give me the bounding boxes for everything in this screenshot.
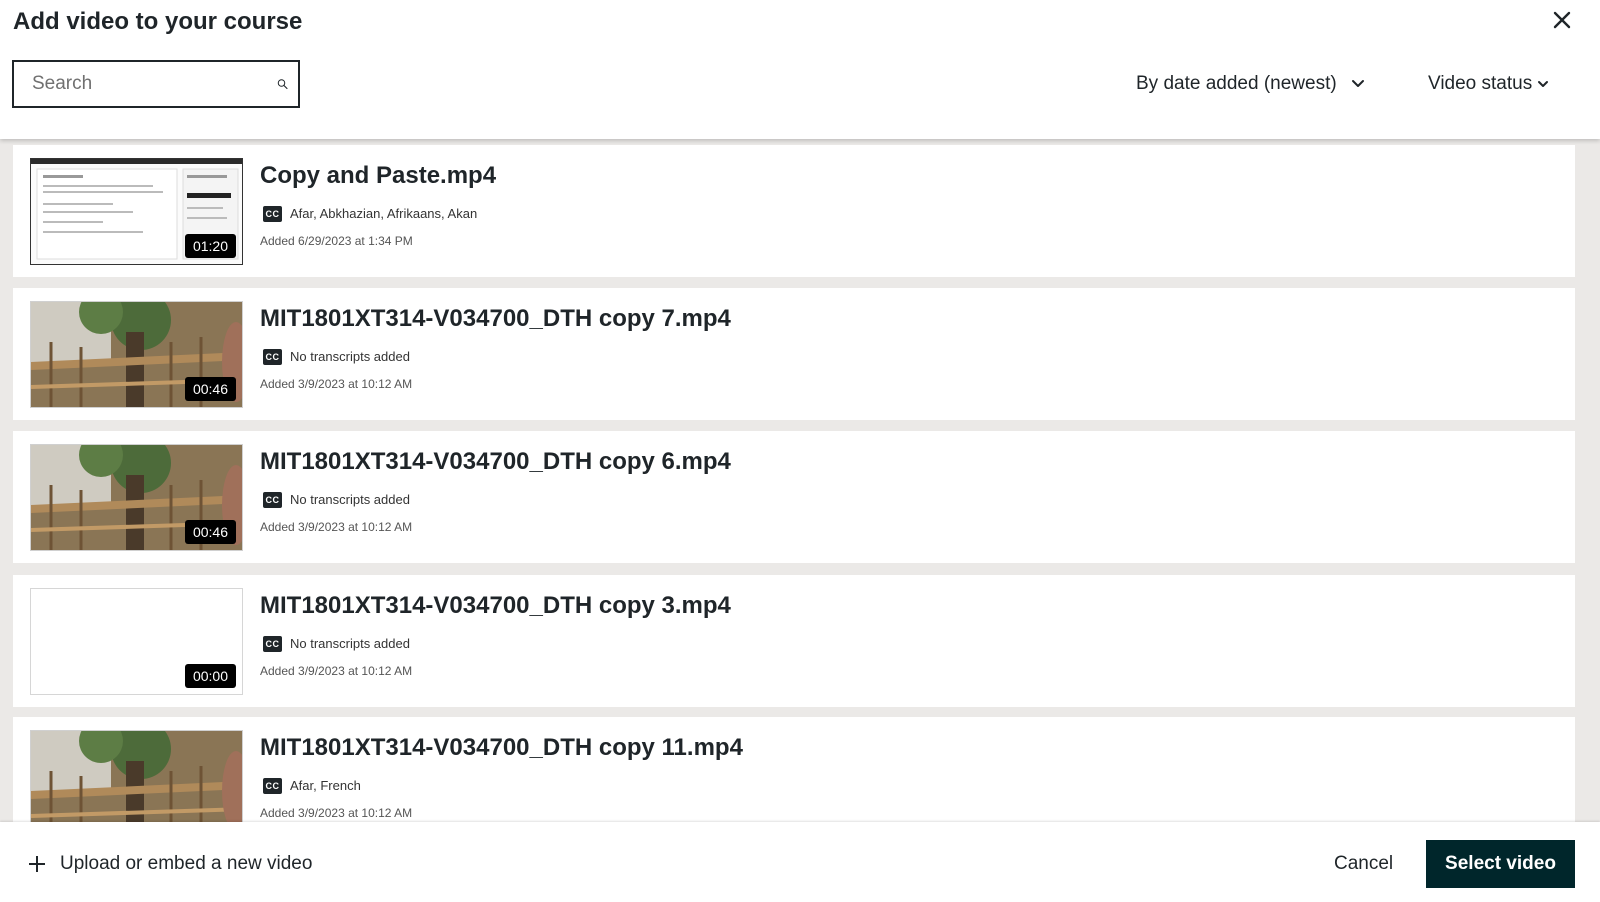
video-status-dropdown[interactable]: Video status bbox=[1428, 68, 1550, 100]
video-list[interactable]: 01:20 Copy and Paste.mp4 CC Afar, Abkhaz… bbox=[0, 139, 1600, 822]
select-video-button[interactable]: Select video bbox=[1426, 840, 1575, 888]
transcript-languages: No transcripts added bbox=[290, 492, 410, 507]
video-name[interactable]: MIT1801XT314-V034700_DTH copy 7.mp4 bbox=[260, 305, 731, 333]
search-icon[interactable] bbox=[277, 73, 288, 95]
video-card[interactable]: 00:46 MIT1801XT314-V034700_DTH copy 7.mp… bbox=[13, 288, 1575, 420]
video-thumbnail[interactable]: 01:20 bbox=[30, 158, 243, 265]
duration-badge: 00:46 bbox=[184, 377, 236, 401]
video-card[interactable]: 01:20 Copy and Paste.mp4 CC Afar, Abkhaz… bbox=[13, 145, 1575, 277]
added-date: Added 3/9/2023 at 10:12 AM bbox=[260, 377, 413, 391]
added-date: Added 6/29/2023 at 1:34 PM bbox=[260, 234, 413, 248]
close-icon bbox=[1553, 11, 1571, 29]
chevron-down-icon bbox=[1351, 80, 1364, 87]
video-card[interactable]: 00:46 MIT1801XT314-V034700_DTH copy 6.mp… bbox=[13, 431, 1575, 563]
added-date: Added 3/9/2023 at 10:12 AM bbox=[260, 664, 413, 678]
transcript-languages: No transcripts added bbox=[290, 636, 410, 651]
video-thumbnail[interactable]: 00:00 bbox=[30, 588, 243, 695]
closed-captions-icon: CC bbox=[263, 349, 282, 365]
transcript-languages: Afar, Abkhazian, Afrikaans, Akan bbox=[290, 206, 478, 221]
upload-video-label: Upload or embed a new video bbox=[60, 853, 313, 874]
closed-captions-icon: CC bbox=[263, 492, 282, 508]
transcript-languages: No transcripts added bbox=[290, 349, 410, 364]
duration-badge: 00:46 bbox=[184, 520, 236, 544]
duration-badge: 01:20 bbox=[184, 234, 236, 258]
dialog-header: Add video to your course By date added (… bbox=[0, 0, 1600, 139]
search-input[interactable] bbox=[32, 73, 277, 95]
video-thumbnail[interactable]: 00:46 bbox=[30, 301, 243, 408]
chevron-down-icon bbox=[1538, 81, 1549, 87]
upload-video-button[interactable]: Upload or embed a new video bbox=[28, 850, 312, 878]
search-box bbox=[12, 60, 300, 108]
closed-captions-icon: CC bbox=[263, 778, 282, 794]
added-date: Added 3/9/2023 at 10:12 AM bbox=[260, 806, 413, 820]
video-name[interactable]: MIT1801XT314-V034700_DTH copy 6.mp4 bbox=[260, 448, 731, 476]
added-date: Added 3/9/2023 at 10:12 AM bbox=[260, 520, 413, 534]
cancel-button[interactable]: Cancel bbox=[1334, 850, 1393, 878]
sort-label: By date added (newest) bbox=[1136, 73, 1337, 94]
video-thumbnail[interactable]: 00:46 bbox=[30, 444, 243, 551]
closed-captions-icon: CC bbox=[263, 636, 282, 652]
video-name[interactable]: Copy and Paste.mp4 bbox=[260, 162, 496, 190]
treehouse-thumbnail-image bbox=[31, 731, 242, 822]
video-card[interactable]: MIT1801XT314-V034700_DTH copy 11.mp4 CC … bbox=[13, 717, 1575, 822]
transcript-languages: Afar, French bbox=[290, 778, 361, 793]
video-card[interactable]: 00:00 MIT1801XT314-V034700_DTH copy 3.mp… bbox=[13, 575, 1575, 707]
dialog-title: Add video to your course bbox=[13, 8, 303, 35]
duration-badge: 00:00 bbox=[184, 664, 236, 688]
video-status-label: Video status bbox=[1428, 73, 1533, 94]
plus-icon bbox=[29, 856, 45, 872]
video-name[interactable]: MIT1801XT314-V034700_DTH copy 11.mp4 bbox=[260, 734, 743, 762]
video-thumbnail[interactable] bbox=[30, 730, 243, 822]
dialog-footer: Upload or embed a new video Cancel Selec… bbox=[0, 822, 1600, 902]
closed-captions-icon: CC bbox=[263, 206, 282, 222]
close-button[interactable] bbox=[1548, 6, 1576, 34]
sort-dropdown[interactable]: By date added (newest) bbox=[1136, 68, 1365, 100]
video-name[interactable]: MIT1801XT314-V034700_DTH copy 3.mp4 bbox=[260, 592, 731, 620]
